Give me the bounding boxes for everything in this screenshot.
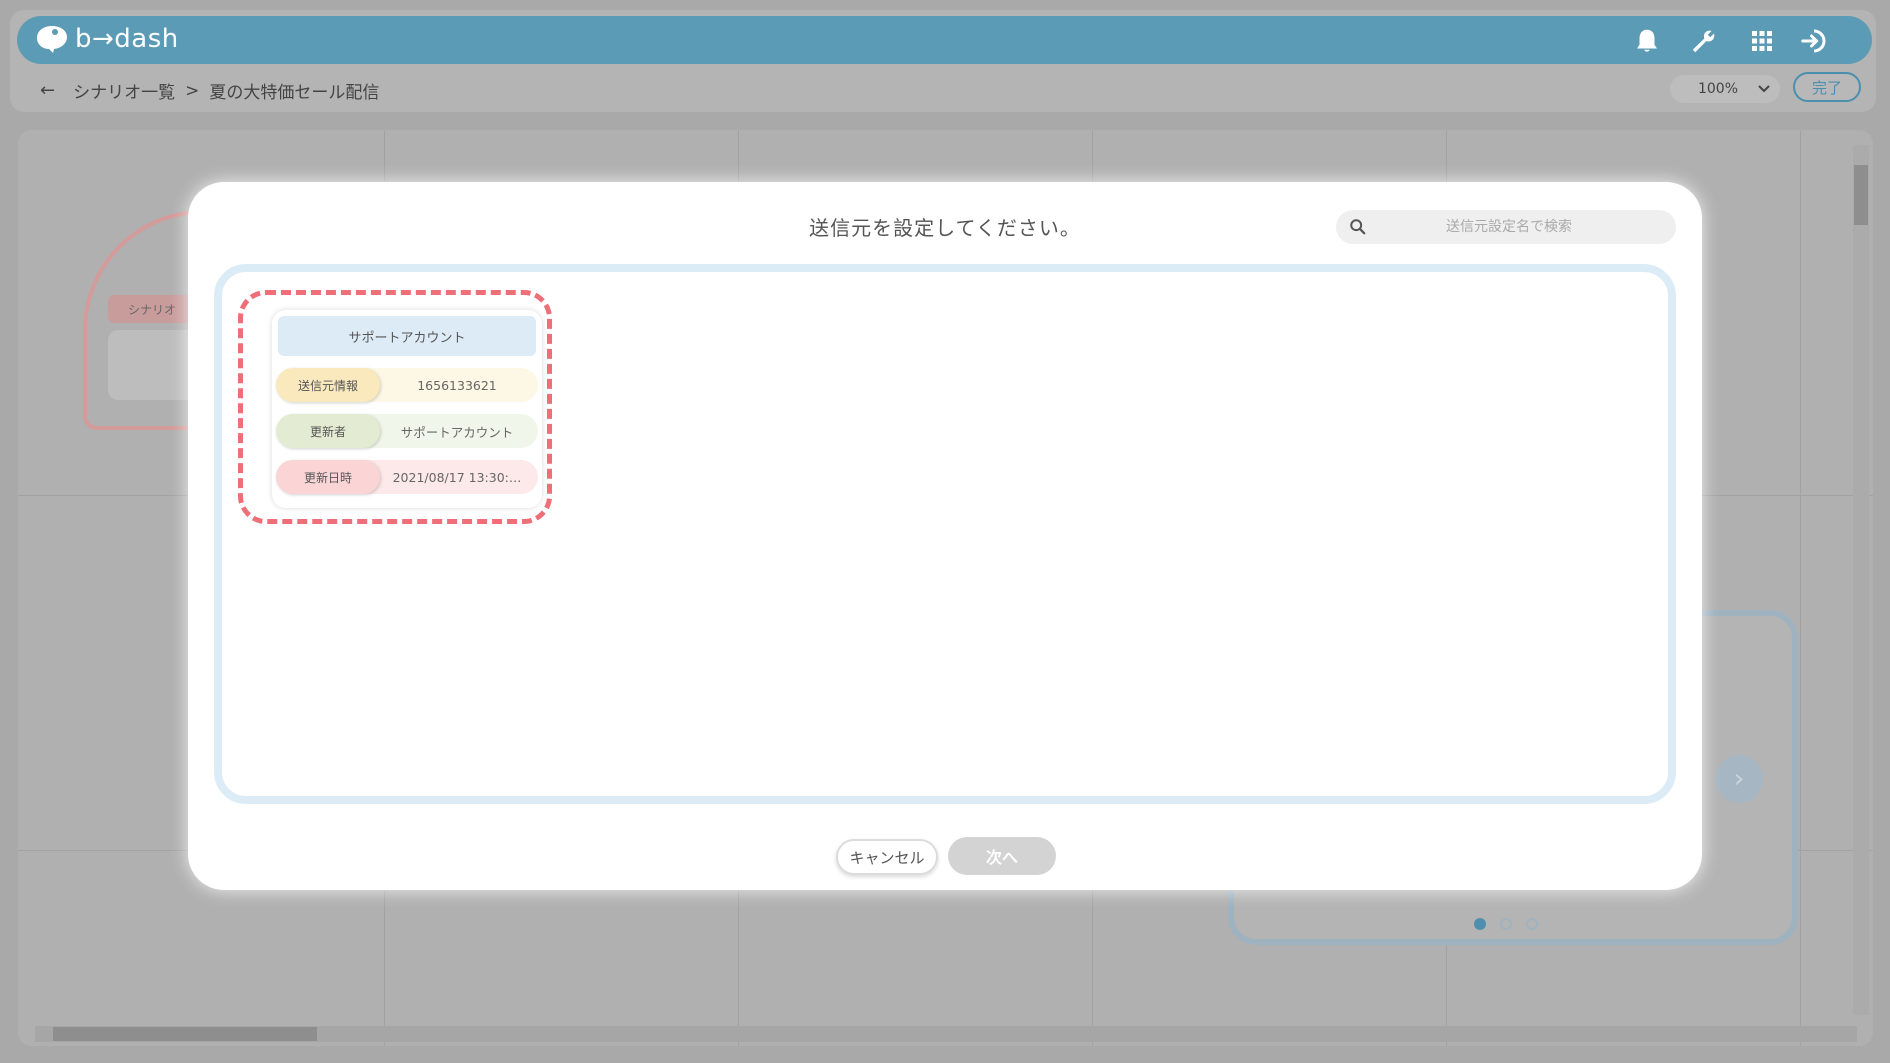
sender-settings-modal: 送信元を設定してください。 サポートアカウント 送信元情報 1656133621… (188, 182, 1702, 890)
sender-info-value: 1656133621 (417, 377, 497, 393)
search-box[interactable] (1336, 210, 1676, 244)
carousel-dot (1474, 918, 1486, 930)
sender-card-title: サポートアカウント (278, 316, 536, 356)
top-navigation-bar: b→dash (17, 16, 1872, 64)
sender-card[interactable]: サポートアカウント 送信元情報 1656133621 更新者 サポートアカウント… (272, 310, 542, 508)
wrench-icon[interactable] (1689, 26, 1719, 56)
logo-text: b→dash (75, 24, 179, 54)
updated-at-label: 更新日時 (276, 460, 380, 494)
horizontal-scrollbar-thumb[interactable] (53, 1027, 317, 1041)
sender-info-row: 送信元情報 1656133621 (276, 368, 538, 402)
carousel-dot (1500, 918, 1512, 930)
zoom-select[interactable]: 100% (1670, 75, 1780, 103)
done-button[interactable]: 完了 (1793, 72, 1861, 102)
zoom-value: 100% (1697, 81, 1738, 97)
horizontal-scrollbar[interactable] (35, 1026, 1857, 1042)
updater-value: サポートアカウント (400, 424, 514, 440)
breadcrumb: ← シナリオ一覧 > 夏の大特価セール配信 (40, 78, 379, 103)
back-arrow-icon[interactable]: ← (40, 80, 55, 101)
logout-icon[interactable] (1799, 26, 1829, 56)
grid-line (1800, 130, 1801, 1046)
breadcrumb-parent[interactable]: シナリオ一覧 (73, 78, 175, 103)
vertical-scrollbar-thumb[interactable] (1854, 165, 1868, 225)
vertical-scrollbar[interactable] (1853, 145, 1869, 1015)
carousel-dot (1526, 918, 1538, 930)
background-next-arrow-icon: › (1715, 755, 1763, 803)
apps-grid-icon[interactable] (1747, 26, 1777, 56)
bell-icon[interactable] (1632, 26, 1662, 56)
chevron-down-icon (1758, 85, 1770, 93)
logo-bubble-icon (37, 26, 67, 53)
breadcrumb-current: 夏の大特価セール配信 (209, 83, 380, 103)
updated-at-value: 2021/08/17 13:30:… (392, 469, 522, 485)
updater-row: 更新者 サポートアカウント (276, 414, 538, 448)
next-button[interactable]: 次へ (948, 837, 1056, 875)
sender-info-label: 送信元情報 (276, 368, 380, 402)
logo[interactable]: b→dash (35, 24, 179, 54)
breadcrumb-separator: > (185, 80, 200, 101)
updated-at-row: 更新日時 2021/08/17 13:30:… (276, 460, 538, 494)
cancel-button[interactable]: キャンセル (836, 839, 938, 875)
updater-label: 更新者 (276, 414, 380, 448)
search-input[interactable] (1367, 218, 1651, 236)
search-icon (1350, 219, 1366, 235)
